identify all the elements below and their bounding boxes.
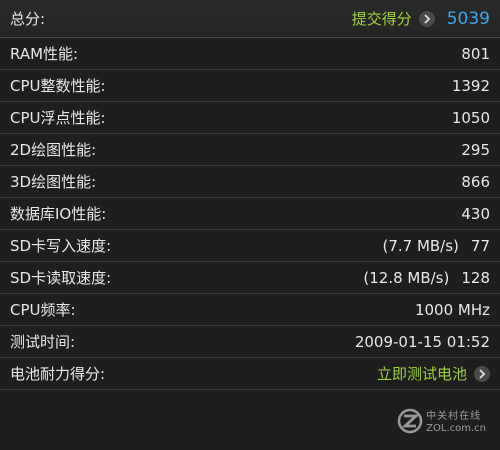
sd-read-row: SD卡读取速度: (12.8 MB/s) 128 bbox=[0, 262, 500, 294]
graphics-2d-row: 2D绘图性能: 295 bbox=[0, 134, 500, 166]
sd-read-speed: (12.8 MB/s) bbox=[363, 268, 450, 287]
zol-url: ZOL.com.cn bbox=[426, 423, 486, 434]
database-io-value: 430 bbox=[461, 204, 490, 223]
cpu-frequency-row: CPU频率: 1000 MHz bbox=[0, 294, 500, 326]
cpu-float-label: CPU浮点性能: bbox=[10, 109, 106, 127]
graphics-3d-label: 3D绘图性能: bbox=[10, 173, 97, 191]
submit-score-link[interactable]: 提交得分 bbox=[352, 8, 412, 29]
graphics-2d-value: 295 bbox=[461, 140, 490, 159]
database-io-label: 数据库IO性能: bbox=[10, 205, 107, 223]
cpu-integer-label: CPU整数性能: bbox=[10, 77, 106, 95]
cpu-float-value: 1050 bbox=[451, 108, 490, 127]
zol-watermark-text: 中关村在线 ZOL.com.cn bbox=[426, 412, 486, 434]
test-time-value: 2009-01-15 01:52 bbox=[354, 332, 490, 351]
ram-performance-value: 801 bbox=[461, 44, 490, 63]
total-score-value: 5039 bbox=[446, 8, 490, 29]
sd-read-label: SD卡读取速度: bbox=[10, 269, 112, 287]
zol-watermark: 中关村在线 ZOL.com.cn bbox=[397, 408, 486, 438]
graphics-2d-label: 2D绘图性能: bbox=[10, 141, 97, 159]
sd-read-value: 128 bbox=[461, 268, 490, 287]
cpu-integer-row: CPU整数性能: 1392 bbox=[0, 70, 500, 102]
benchmark-results-screen: 总分: 提交得分 5039 RAM性能: 801 CPU整数性能: 1392 C… bbox=[0, 0, 500, 450]
battery-score-right: 立即测试电池 bbox=[377, 363, 490, 384]
ram-performance-label: RAM性能: bbox=[10, 45, 79, 63]
cpu-integer-value: 1392 bbox=[451, 76, 490, 95]
cpu-frequency-value: 1000 MHz bbox=[414, 300, 490, 319]
sd-write-speed: (7.7 MB/s) bbox=[382, 236, 459, 255]
chevron-right-icon[interactable] bbox=[418, 10, 435, 27]
graphics-3d-row: 3D绘图性能: 866 bbox=[0, 166, 500, 198]
sd-read-right: (12.8 MB/s) 128 bbox=[363, 269, 490, 287]
test-time-row: 测试时间: 2009-01-15 01:52 bbox=[0, 326, 500, 358]
cpu-frequency-label: CPU频率: bbox=[10, 301, 76, 319]
sd-write-row: SD卡写入速度: (7.7 MB/s) 77 bbox=[0, 230, 500, 262]
total-score-row: 总分: 提交得分 5039 bbox=[0, 0, 500, 38]
battery-score-row: 电池耐力得分: 立即测试电池 bbox=[0, 358, 500, 390]
graphics-3d-value: 866 bbox=[461, 172, 490, 191]
chevron-right-icon[interactable] bbox=[474, 365, 490, 382]
database-io-row: 数据库IO性能: 430 bbox=[0, 198, 500, 230]
ram-performance-row: RAM性能: 801 bbox=[0, 38, 500, 70]
battery-score-label: 电池耐力得分: bbox=[10, 365, 106, 383]
total-score-right: 提交得分 5039 bbox=[352, 8, 490, 29]
sd-write-label: SD卡写入速度: bbox=[10, 237, 112, 255]
test-time-label: 测试时间: bbox=[10, 333, 76, 351]
total-score-label: 总分: bbox=[10, 10, 46, 28]
cpu-float-row: CPU浮点性能: 1050 bbox=[0, 102, 500, 134]
test-battery-link[interactable]: 立即测试电池 bbox=[377, 363, 467, 384]
zol-logo-icon bbox=[397, 408, 423, 438]
zol-brand-name: 中关村在线 bbox=[426, 411, 482, 422]
sd-write-value: 77 bbox=[470, 236, 490, 255]
sd-write-right: (7.7 MB/s) 77 bbox=[382, 237, 490, 255]
